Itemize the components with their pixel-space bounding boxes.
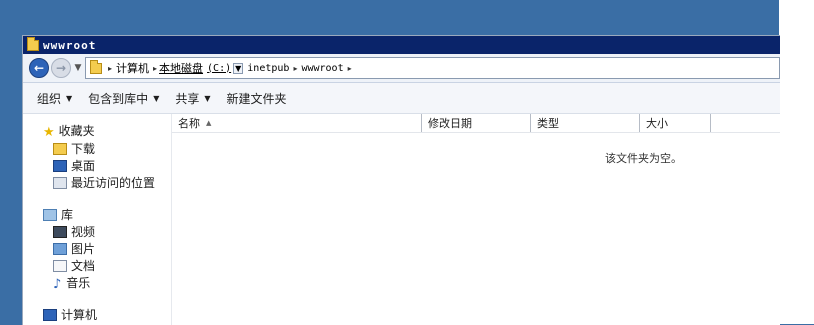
new-folder-button[interactable]: 新建文件夹 xyxy=(227,90,287,107)
nav-item-music[interactable]: ♪ 音乐 xyxy=(53,274,91,292)
back-button[interactable]: ← xyxy=(29,58,49,78)
file-list-pane[interactable]: 名称 ▲ 修改日期 类型 大小 该文件夹为空。 xyxy=(172,114,780,325)
document-icon xyxy=(53,259,67,272)
include-in-library-label: 包含到库中 xyxy=(88,91,149,106)
nav-item-videos[interactable]: 视频 xyxy=(53,223,95,240)
organize-button[interactable]: 组织 ▼ xyxy=(37,90,72,107)
nav-label: 音乐 xyxy=(66,276,91,290)
nav-label: 库 xyxy=(61,208,74,222)
desktop-edge xyxy=(779,0,814,324)
nav-label: 最近访问的位置 xyxy=(71,176,156,190)
nav-item-pictures[interactable]: 图片 xyxy=(53,240,95,257)
recent-places-icon xyxy=(53,176,67,189)
video-icon xyxy=(53,225,67,238)
nav-item-documents[interactable]: 文档 xyxy=(53,257,95,274)
nav-item-downloads[interactable]: 下载 xyxy=(53,140,95,157)
share-label: 共享 xyxy=(175,91,200,106)
chevron-right-icon[interactable]: ▸ xyxy=(346,64,354,73)
nav-item-favorites[interactable]: ★ 收藏夹 xyxy=(43,122,95,140)
folder-icon xyxy=(90,59,102,74)
breadcrumb-inetpub[interactable]: inetpub xyxy=(245,63,291,74)
nav-label: 图片 xyxy=(71,242,96,256)
column-size[interactable]: 大小 xyxy=(640,114,711,132)
nav-item-desktop[interactable]: 桌面 xyxy=(53,157,95,174)
forward-button[interactable]: → xyxy=(51,58,71,78)
column-date-label: 修改日期 xyxy=(428,117,472,130)
navigation-pane: ★ 收藏夹 下载 桌面 最近访问的位置 库 视频 图片 文档 ♪ 音乐 计算机 xyxy=(23,114,172,325)
nav-label: 桌面 xyxy=(71,159,96,173)
library-icon xyxy=(43,208,57,221)
breadcrumb-computer[interactable]: 计算机 xyxy=(114,60,151,76)
column-type[interactable]: 类型 xyxy=(531,114,640,132)
explorer-window: wwwroot ← → ▼ ▸ 计算机 ▸ 本地磁盘 (C:) ▼ inetpu… xyxy=(22,35,780,325)
column-name-label: 名称 xyxy=(178,117,200,130)
new-folder-label: 新建文件夹 xyxy=(226,91,287,106)
breadcrumb-wwwroot[interactable]: wwwroot xyxy=(299,63,345,74)
navigation-bar: ← → ▼ ▸ 计算机 ▸ 本地磁盘 (C:) ▼ inetpub ▸ wwwr… xyxy=(23,54,780,83)
breadcrumb-local-disk[interactable]: 本地磁盘 (C:) xyxy=(159,60,231,76)
chevron-down-icon: ▼ xyxy=(153,93,160,103)
column-header: 名称 ▲ 修改日期 类型 大小 xyxy=(172,114,780,133)
include-in-library-button[interactable]: 包含到库中 ▼ xyxy=(88,90,159,107)
nav-label: 视频 xyxy=(71,225,96,239)
breadcrumb-drive-letter: (C:) xyxy=(207,62,232,74)
computer-icon xyxy=(43,308,57,321)
column-type-label: 类型 xyxy=(537,117,559,130)
chevron-down-icon[interactable]: ▼ xyxy=(233,62,244,74)
window-title: wwwroot xyxy=(43,38,97,52)
column-date-modified[interactable]: 修改日期 xyxy=(422,114,531,132)
nav-item-computer[interactable]: 计算机 xyxy=(43,306,97,323)
nav-label: 文档 xyxy=(71,259,96,273)
chevron-right-icon[interactable]: ▸ xyxy=(291,64,299,73)
history-dropdown-icon[interactable]: ▼ xyxy=(73,63,83,73)
breadcrumb-local-disk-label: 本地磁盘 xyxy=(159,62,204,75)
nav-item-recent[interactable]: 最近访问的位置 xyxy=(53,174,155,191)
nav-item-libraries[interactable]: 库 xyxy=(43,206,73,223)
organize-label: 组织 xyxy=(37,91,62,106)
column-size-label: 大小 xyxy=(646,117,668,130)
nav-label: 计算机 xyxy=(61,308,98,322)
nav-label: 收藏夹 xyxy=(58,124,95,138)
sort-ascending-icon: ▲ xyxy=(206,119,212,127)
empty-folder-message: 该文件夹为空。 xyxy=(605,152,682,165)
picture-icon xyxy=(53,242,67,255)
chevron-down-icon: ▼ xyxy=(66,93,73,103)
chevron-down-icon: ▼ xyxy=(204,93,211,103)
chevron-right-icon[interactable]: ▸ xyxy=(151,64,159,73)
address-bar[interactable]: ▸ 计算机 ▸ 本地磁盘 (C:) ▼ inetpub ▸ wwwroot ▸ xyxy=(85,57,780,79)
chevron-right-icon[interactable]: ▸ xyxy=(106,64,114,73)
star-icon: ★ xyxy=(43,124,55,140)
folder-icon xyxy=(27,36,39,51)
nav-label: 下载 xyxy=(71,142,96,156)
command-bar: 组织 ▼ 包含到库中 ▼ 共享 ▼ 新建文件夹 xyxy=(23,83,780,114)
share-button[interactable]: 共享 ▼ xyxy=(175,90,210,107)
music-icon: ♪ xyxy=(53,276,62,292)
title-bar[interactable]: wwwroot xyxy=(23,36,780,54)
content-area: ★ 收藏夹 下载 桌面 最近访问的位置 库 视频 图片 文档 ♪ 音乐 计算机 … xyxy=(23,114,780,325)
desktop-icon xyxy=(53,159,67,172)
downloads-folder-icon xyxy=(53,142,67,155)
column-name[interactable]: 名称 ▲ xyxy=(172,114,422,132)
